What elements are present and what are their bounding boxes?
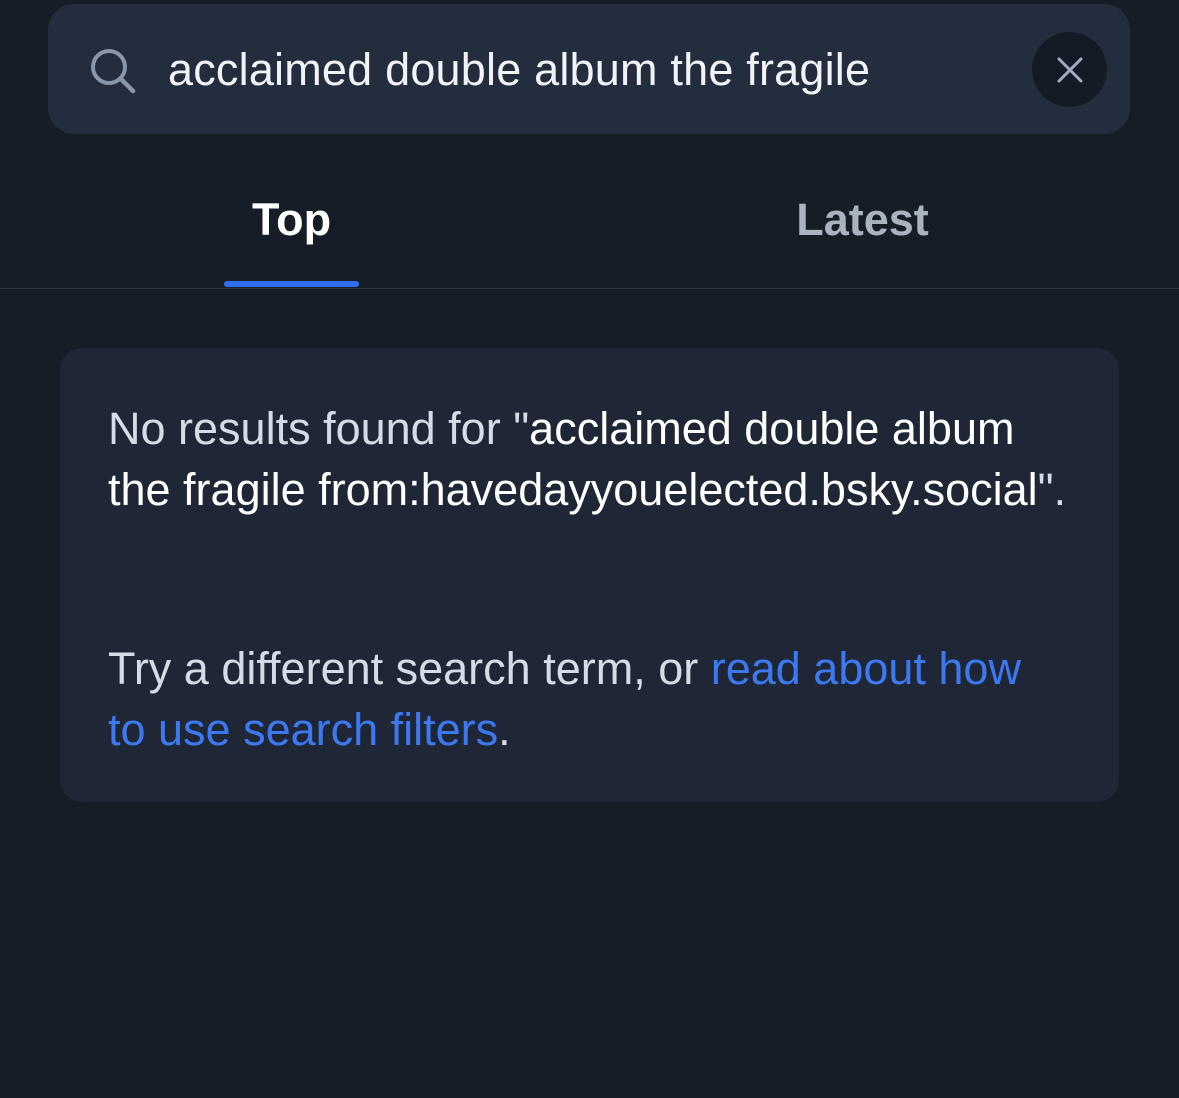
close-icon (1057, 57, 1082, 82)
no-results-prefix: No results found for " (108, 403, 530, 454)
search-input[interactable]: acclaimed double album the fragile (168, 38, 870, 102)
tabs-divider (0, 288, 1179, 289)
no-results-suffix: ". (1037, 464, 1067, 515)
search-hint-prefix: Try a different search term, or (108, 643, 711, 694)
active-tab-indicator (224, 281, 359, 287)
tab-latest-label: Latest (796, 194, 929, 245)
tab-top-label: Top (251, 194, 332, 245)
search-icon (91, 49, 136, 94)
no-results-message: No results found for "acclaimed double a… (108, 398, 1068, 520)
clear-search-button[interactable] (1032, 32, 1107, 107)
tab-latest[interactable]: Latest (770, 180, 955, 288)
search-hint-suffix: . (498, 704, 511, 755)
search-hint: Try a different search term, or read abo… (108, 638, 1028, 760)
tab-top[interactable]: Top (224, 180, 359, 288)
